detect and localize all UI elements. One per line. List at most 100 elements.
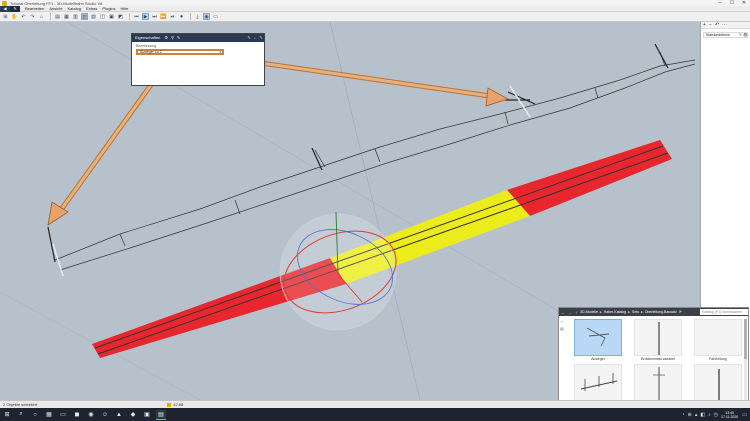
clock[interactable]: 13:40 17.11.2020 — [721, 411, 738, 419]
skip-forward-icon[interactable]: ⏭ — [151, 13, 158, 20]
catalog-item-brueckenmast[interactable]: Brückenmast variabel — [629, 319, 687, 363]
view-mode-1-icon[interactable]: ▧ — [81, 13, 88, 20]
edit-icon[interactable]: ✎ — [177, 34, 180, 42]
tray-display-icon[interactable]: ◧ — [700, 412, 705, 418]
taskbar: ⊞ ⌕ ○ ▦ ▭ ◼ ◉ ☺ ▲ ◆ ▣ ▤ ◔ ⊕ ▴ ◧ ♪ ◷ 13:4… — [0, 408, 750, 421]
fast-forward-icon[interactable]: ⏩ — [160, 13, 167, 20]
view-mode-2-icon[interactable]: ▨ — [90, 13, 97, 20]
hand-tool-icon[interactable]: ✋ — [11, 13, 18, 20]
task-view-icon[interactable]: ▦ — [44, 410, 54, 420]
modelbahn-app-icon[interactable]: ▣ — [142, 410, 152, 420]
pylon-thumbnail-icon — [580, 373, 618, 391]
tray-clock-icon[interactable]: ◷ — [714, 412, 718, 418]
skip-back-icon[interactable]: ⏮ — [133, 13, 140, 20]
firefox-icon[interactable]: ☺ — [100, 410, 110, 420]
coordinate-readout: 42.88 — [167, 402, 183, 407]
system-tray: ◔ ⊕ ▴ ◧ ♪ ◷ 13:40 17.11.2020 ▭ — [682, 411, 750, 419]
search-icon[interactable]: ⌕ — [16, 410, 26, 420]
fahrleitung-thumbnail — [694, 319, 742, 356]
tray-up-icon[interactable]: ▴ — [695, 412, 698, 418]
breadcrumb-separator-icon: ▸ — [641, 310, 643, 314]
refresh-icon[interactable]: ⟳ — [679, 310, 682, 314]
remove-layer-icon[interactable]: − — [709, 22, 712, 28]
back-arrow-icon[interactable]: ← — [561, 310, 565, 315]
scrollbar-thumb[interactable] — [744, 319, 747, 359]
window-title: Tutorial Oberleitung FF1 - 3D-Modellbahn… — [10, 0, 103, 6]
snap-icon[interactable]: ▥ — [72, 13, 79, 20]
menu-extras[interactable]: Extras — [86, 6, 97, 11]
catalog-scrollbar[interactable] — [744, 319, 747, 405]
list-icon[interactable]: ▤ — [560, 326, 567, 333]
view-mode-5-icon[interactable]: ◩ — [117, 13, 124, 20]
view-mode-4-icon[interactable]: ▣ — [108, 13, 115, 20]
coordinate-icon — [167, 402, 172, 407]
menu-ansicht[interactable]: Ansicht — [49, 6, 62, 11]
breadcrumb-sets[interactable]: Sets — [632, 310, 639, 314]
menu-plugins[interactable]: Plugins — [102, 6, 115, 11]
catalog-item-fahrleitung[interactable]: Fahrleitung — [689, 319, 747, 363]
brush-icon[interactable]: ✎ — [258, 34, 264, 42]
layer-icon[interactable]: ▤ — [54, 13, 61, 20]
mast-thumbnail-icon — [658, 322, 660, 355]
catalog-grid: Ausleger Brückenmast variabel Fahrleitun… — [569, 319, 745, 408]
menu-katalog[interactable]: Katalog — [67, 6, 81, 11]
start-icon[interactable]: ⊞ — [2, 410, 12, 420]
edit-mode-tab[interactable]: ✎ — [10, 5, 20, 12]
home-view-icon[interactable]: ⌂ — [38, 13, 45, 20]
forward-arrow-icon[interactable]: → — [568, 310, 572, 315]
cortana-icon[interactable]: ○ — [30, 410, 40, 420]
select-tool-icon[interactable]: ⊞ — [2, 13, 9, 20]
menu-bearbeiten[interactable]: Bearbeiten — [25, 6, 44, 11]
window-icon[interactable]: ▭ — [212, 13, 219, 20]
back-tab[interactable]: ◀ — [0, 5, 10, 12]
toolbar-divider — [50, 13, 51, 20]
transform-gizmo — [279, 211, 397, 331]
chevron-down-icon[interactable]: ▾ — [219, 50, 222, 54]
acrobat-icon[interactable]: ▲ — [114, 410, 124, 420]
toolbar: ⊞ ✋ ↶ ↷ ⌂ ▤ ▦ ▥ ▧ ▨ ◫ ▣ ◩ ⏮ ▶ ⏭ ⏩ ⏯ ⏺ ⤓ … — [0, 12, 750, 22]
pause-icon[interactable]: ⏯ — [169, 13, 176, 20]
view-mode-3-icon[interactable]: ◫ — [99, 13, 106, 20]
menu-hilfe[interactable]: Hilfe — [121, 6, 129, 11]
breadcrumb-separator-icon: ▸ — [599, 310, 602, 314]
undo-layer-icon[interactable]: ↶ — [715, 22, 719, 28]
callout-arrow-right — [232, 56, 510, 107]
grid-icon[interactable]: ▦ — [63, 13, 70, 20]
record-icon[interactable]: ⏺ — [178, 13, 185, 20]
callout-arrow-left — [47, 62, 169, 226]
catalog-item-ausleger[interactable]: Ausleger — [569, 319, 627, 363]
breadcrumb-3d-modelle[interactable]: 3D-Modelle — [580, 310, 598, 314]
store-icon[interactable]: ◼ — [72, 410, 82, 420]
undo-icon[interactable]: ↶ — [20, 13, 27, 20]
app-icon[interactable]: ◆ — [128, 410, 138, 420]
favorite-icon[interactable]: ☆ — [560, 319, 567, 326]
download-icon[interactable]: ⤓ — [194, 13, 201, 20]
toolbar-divider — [129, 13, 130, 20]
catalog-panel: ← → ↑ 3D-Modelle ▸ Haber-Katalog ▸ Sets … — [558, 307, 749, 408]
notification-icon[interactable]: ▭ — [742, 412, 747, 418]
breadcrumb-haber-katalog[interactable]: Haber-Katalog — [604, 310, 627, 314]
more-icon[interactable]: ⋯ — [722, 22, 727, 28]
camera-icon[interactable]: ◉ — [203, 13, 210, 20]
layer-item-label: Standardebene — [706, 33, 730, 37]
tray-network-icon[interactable]: ⊕ — [688, 412, 692, 418]
play-icon[interactable]: ▶ — [142, 13, 149, 20]
visibility-icon[interactable]: 👁 — [743, 33, 747, 37]
name-field-label: Bezeichnung — [136, 44, 157, 48]
redo-icon[interactable]: ↷ — [29, 13, 36, 20]
catalog-search-input[interactable]: Katalog (F1) durchsuchen — [700, 309, 748, 315]
filter-icon[interactable]: ⚲ — [171, 34, 174, 42]
settings-icon[interactable]: ⚙ — [164, 34, 168, 42]
add-layer-icon[interactable]: + — [703, 22, 706, 28]
name-dropdown[interactable]: Ausleger 1a 2 ▾ — [136, 49, 224, 55]
layer-item[interactable]: Standardebene ✎ 👁 — [703, 32, 748, 38]
volume-icon[interactable]: ♪ — [708, 412, 711, 418]
line-mast-thumbnail-icon — [718, 369, 720, 400]
active-window-icon[interactable]: ▤ — [156, 409, 166, 420]
coordinate-value: 42.88 — [173, 402, 184, 407]
edge-icon[interactable]: ◉ — [86, 410, 96, 420]
up-arrow-icon[interactable]: ↑ — [575, 310, 577, 315]
tray-app-icon[interactable]: ◔ — [682, 412, 685, 418]
breadcrumb-oberleitung[interactable]: Oberleitung-Bausatz — [645, 310, 677, 314]
explorer-icon[interactable]: ▭ — [58, 410, 68, 420]
